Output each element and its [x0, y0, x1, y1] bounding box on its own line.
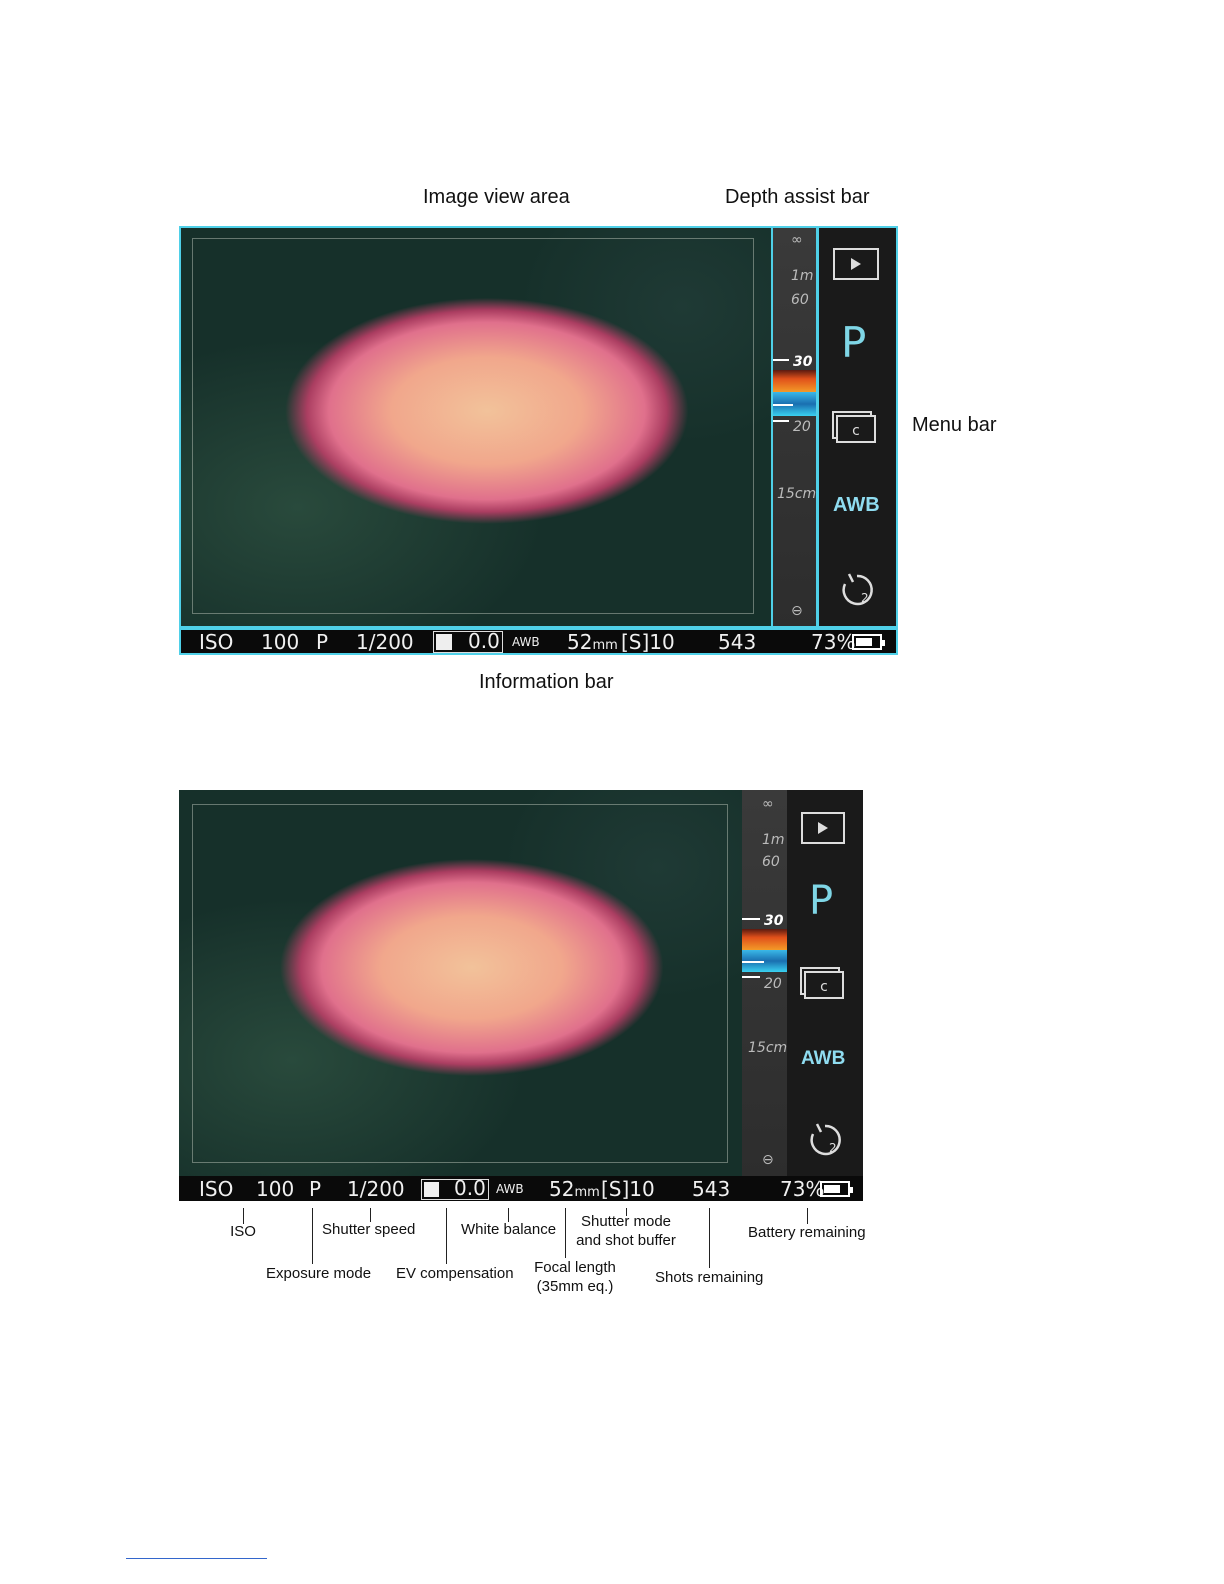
callout-shutter-speed: Shutter speed: [322, 1221, 416, 1238]
callout-exposure-mode: Exposure mode: [266, 1265, 372, 1282]
label-image-view-area: Image view area: [423, 186, 570, 208]
depth-near-icon-2: ⊖: [762, 1152, 774, 1168]
leader-battery: [807, 1208, 808, 1224]
callout-battery-remaining: Battery remaining: [748, 1224, 866, 1241]
info-iso-label-2: ISO: [199, 1177, 234, 1201]
depth-20-2: 20: [764, 976, 782, 992]
label-information-bar: Information bar: [479, 671, 614, 693]
menu-bar-2: P c AWB 2: [787, 790, 863, 1176]
leader-wb: [508, 1208, 509, 1222]
info-battery-2: 73%: [780, 1177, 825, 1201]
info-shots-2: 543: [692, 1177, 731, 1201]
info-ev-2: 0.0: [454, 1176, 486, 1200]
callout-ev-compensation: EV compensation: [396, 1265, 514, 1282]
camera-screen-bottom: ∞ 1m 60 30 20 15cm ⊖ P c AWB 2 ISO 100 P…: [179, 790, 863, 1201]
information-bar-2: ISO 100 P 1/200 0.0 AWB 52mm [S]10 543 7…: [179, 1176, 863, 1201]
svg-text:c: c: [820, 979, 828, 995]
callout-shutter-mode-2: and shot buffer: [576, 1232, 676, 1249]
callout-focal-1: Focal length: [534, 1259, 616, 1276]
exposure-mode-icon-2[interactable]: P: [809, 878, 833, 924]
svg-text:2: 2: [829, 1141, 837, 1155]
info-iso-value-2: 100: [256, 1177, 295, 1201]
frame-guide-2: [192, 804, 728, 1163]
ev-icon-2: [424, 1182, 439, 1197]
label-depth-assist-bar: Depth assist bar: [725, 186, 870, 208]
leader-shutter-speed: [370, 1208, 371, 1222]
depth-60-2: 60: [762, 854, 780, 870]
callout-shutter-mode-1: Shutter mode: [580, 1213, 672, 1230]
depth-30-2: 30: [764, 913, 784, 929]
callout-focal-2: (35mm eq.): [536, 1278, 614, 1295]
leader-iso: [243, 1208, 244, 1224]
leader-ev: [446, 1208, 447, 1264]
info-shutter-speed-2: 1/200: [347, 1177, 405, 1201]
self-timer-icon-2[interactable]: 2: [805, 1120, 845, 1158]
depth-marker-near-2: [742, 976, 760, 978]
callout-iso: ISO: [230, 1223, 256, 1240]
depth-15cm-2: 15cm: [748, 1040, 788, 1056]
camera-screen-top: ∞ 1m 60 30 20 15cm ⊖ P c AWB 2 ISO 100 P…: [179, 226, 898, 655]
battery-icon-2: [820, 1181, 853, 1197]
depth-band-warm-2: [742, 929, 787, 950]
depth-1m-2: 1m: [762, 832, 785, 848]
depth-focus-line-2: [742, 961, 764, 963]
white-balance-icon-2[interactable]: AWB: [801, 1048, 845, 1070]
highlight-depth-bar: [771, 226, 818, 628]
callout-shots-remaining: Shots remaining: [655, 1269, 764, 1286]
leader-shots: [709, 1208, 710, 1268]
highlight-menu-bar: [817, 226, 898, 628]
depth-assist-bar-2: ∞ 1m 60 30 20 15cm ⊖: [742, 790, 787, 1176]
info-exposure-mode-2: P: [309, 1177, 322, 1201]
callout-white-balance: White balance: [461, 1221, 557, 1238]
info-shutter-mode-2: [S]10: [601, 1177, 655, 1201]
ev-box-2: 0.0: [421, 1176, 489, 1200]
highlight-info-bar: [179, 628, 898, 655]
footnote-rule: [126, 1558, 267, 1559]
label-menu-bar: Menu bar: [912, 414, 997, 436]
drive-mode-icon-2[interactable]: c: [799, 966, 845, 1000]
image-view-2: [179, 790, 742, 1176]
depth-marker-far-2: [742, 918, 760, 920]
leader-exposure-mode: [312, 1208, 313, 1264]
depth-infinity-2: ∞: [762, 796, 774, 812]
info-focal-2: 52mm: [549, 1177, 600, 1201]
play-icon-2[interactable]: [801, 812, 845, 844]
info-wb-2: AWB: [496, 1182, 524, 1196]
highlight-image-view: [179, 226, 773, 628]
